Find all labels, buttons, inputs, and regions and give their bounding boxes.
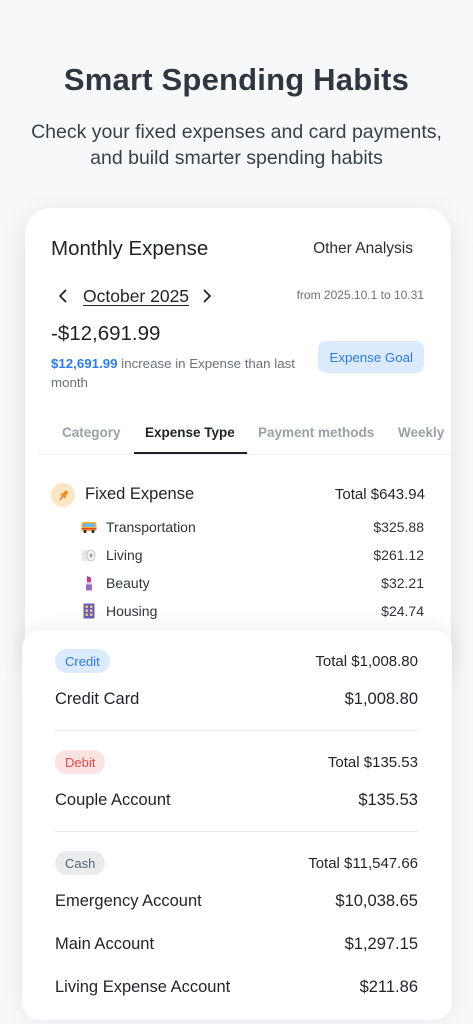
month-selector: October 2025	[51, 284, 219, 308]
chevron-left-icon[interactable]	[51, 284, 75, 308]
toilet-paper-icon	[80, 546, 98, 564]
analysis-tabs: Category Expense Type Payment methods We…	[39, 416, 451, 455]
category-label: Living	[106, 547, 143, 563]
section-divider	[55, 730, 418, 731]
comparison-text: $12,691.99 increase in Expense than last…	[51, 354, 301, 392]
category-label: Housing	[106, 603, 158, 619]
card-title: Monthly Expense	[51, 237, 209, 260]
hero-subtitle-line-1: Check your fixed expenses and card payme…	[31, 121, 442, 143]
date-range: from 2025.10.1 to 10.31	[296, 288, 424, 302]
category-label: Transportation	[106, 519, 196, 535]
category-amount: $261.12	[373, 547, 424, 563]
active-tab-indicator	[134, 452, 247, 454]
hero-subtitle: Check your fixed expenses and card payme…	[0, 119, 473, 171]
fixed-expense-total: Total $643.94	[334, 486, 425, 503]
debit-badge: Debit	[55, 750, 106, 774]
list-item[interactable]: Beauty $32.21	[80, 573, 424, 593]
debit-total: Total $135.53	[327, 754, 418, 771]
monthly-expense-card: Monthly Expense Other Analysis October 2…	[25, 208, 451, 678]
account-label-emergency[interactable]: Emergency Account	[55, 892, 202, 911]
category-amount: $32.21	[381, 575, 424, 591]
account-label-couple[interactable]: Couple Account	[55, 791, 171, 810]
other-analysis-link[interactable]: Other Analysis	[313, 240, 413, 258]
list-item[interactable]: Transportation $325.88	[80, 517, 424, 537]
category-amount: $24.74	[381, 603, 424, 619]
account-label-living-expense[interactable]: Living Expense Account	[55, 978, 230, 997]
comparison-amount: $12,691.99	[51, 356, 118, 371]
credit-total: Total $1,008.80	[315, 653, 418, 670]
bus-icon	[80, 518, 98, 536]
account-amount: $1,008.80	[344, 690, 418, 708]
payment-methods-card: Credit Total $1,008.80 Credit Card $1,00…	[22, 630, 452, 1020]
account-label-main[interactable]: Main Account	[55, 935, 154, 954]
account-amount: $135.53	[358, 791, 418, 809]
tab-category[interactable]: Category	[62, 425, 121, 440]
total-expense-amount: -$12,691.99	[51, 322, 161, 345]
hero-title: Smart Spending Habits	[63, 62, 410, 97]
lipstick-icon	[80, 574, 98, 592]
account-amount: $10,038.65	[335, 892, 418, 910]
account-amount: $211.86	[359, 978, 418, 996]
tab-weekly[interactable]: Weekly	[398, 425, 444, 440]
section-divider	[55, 831, 418, 832]
building-icon	[80, 602, 98, 620]
fixed-expense-row[interactable]: Fixed Expense Total $643.94	[51, 483, 425, 507]
list-item[interactable]: Living $261.12	[80, 545, 424, 565]
category-amount: $325.88	[373, 519, 424, 535]
chevron-right-icon[interactable]	[195, 284, 219, 308]
list-item[interactable]: Housing $24.74	[80, 601, 424, 621]
cash-total: Total $11,547.66	[308, 855, 418, 872]
tab-payment-methods[interactable]: Payment methods	[258, 425, 374, 440]
fixed-expense-label: Fixed Expense	[85, 485, 195, 503]
tab-expense-type[interactable]: Expense Type	[145, 425, 235, 440]
expense-goal-button[interactable]: Expense Goal	[318, 341, 424, 373]
pin-icon	[51, 483, 75, 507]
month-label[interactable]: October 2025	[83, 286, 189, 307]
hero-subtitle-line-2: and build smarter spending habits	[90, 147, 383, 169]
account-label-credit-card[interactable]: Credit Card	[55, 690, 139, 709]
category-label: Beauty	[106, 575, 150, 591]
cash-badge: Cash	[55, 851, 106, 875]
credit-badge: Credit	[55, 649, 110, 673]
account-amount: $1,297.15	[344, 935, 418, 953]
